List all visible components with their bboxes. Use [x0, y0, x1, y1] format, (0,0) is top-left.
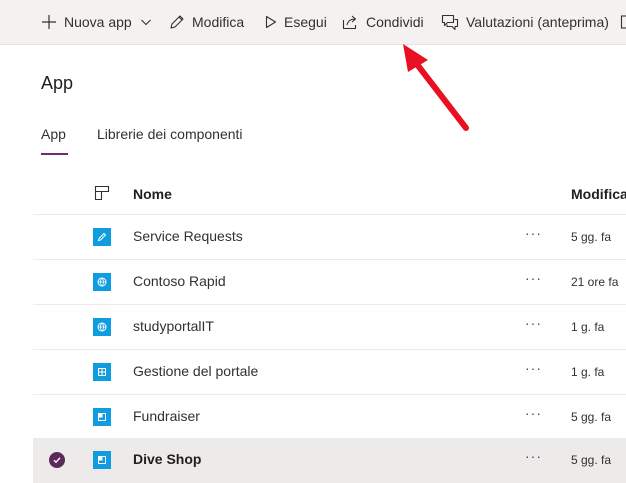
table-row-selected[interactable]: Dive Shop ··· 5 gg. fa: [33, 438, 626, 483]
modified-date: 5 gg. fa: [571, 410, 611, 424]
column-header-modified[interactable]: Modifica: [571, 186, 626, 202]
edit-label: Modifica: [192, 14, 244, 30]
pencil-icon: [169, 14, 185, 30]
table-row[interactable]: studyportalIT ··· 1 g. fa: [33, 305, 626, 350]
new-app-label: Nuova app: [64, 14, 132, 30]
app-name[interactable]: Service Requests: [133, 228, 243, 244]
chat-reviews-icon: [441, 14, 459, 30]
modified-date: 1 g. fa: [571, 365, 604, 379]
checkmark-icon[interactable]: [49, 452, 65, 468]
app-name[interactable]: Contoso Rapid: [133, 273, 226, 289]
new-app-button[interactable]: Nuova app: [41, 0, 152, 44]
canvas-app-icon: [93, 408, 111, 426]
table-row[interactable]: Gestione del portale ··· 1 g. fa: [33, 350, 626, 395]
page-title: App: [41, 73, 73, 94]
command-bar: Nuova app Modifica Esegui Condividi Valu…: [0, 0, 626, 45]
share-label: Condividi: [366, 14, 424, 30]
modified-date: 1 g. fa: [571, 320, 604, 334]
plus-icon: [41, 14, 57, 30]
tab-app[interactable]: App: [41, 126, 66, 142]
app-name[interactable]: Gestione del portale: [133, 363, 258, 379]
chevron-down-icon: [140, 16, 152, 28]
app-name[interactable]: studyportalIT: [133, 318, 214, 334]
reviews-label: Valutazioni (anteprima): [466, 14, 609, 30]
run-button[interactable]: Esegui: [265, 0, 327, 44]
modified-date: 21 ore fa: [571, 275, 618, 289]
more-options-icon[interactable]: ···: [525, 448, 542, 464]
more-options-icon[interactable]: ···: [525, 360, 542, 376]
canvas-app-icon: [93, 451, 111, 469]
more-commands-icon[interactable]: [620, 0, 626, 44]
app-name[interactable]: Fundraiser: [133, 408, 200, 424]
more-options-icon[interactable]: ···: [525, 315, 542, 331]
table-row[interactable]: Fundraiser ··· 5 gg. fa: [33, 395, 626, 440]
more-options-icon[interactable]: ···: [525, 270, 542, 286]
grid-app-icon: [93, 363, 111, 381]
edit-button[interactable]: Modifica: [169, 0, 244, 44]
column-header-name[interactable]: Nome: [133, 186, 172, 202]
play-icon: [265, 15, 277, 29]
pencil-icon: [93, 228, 111, 246]
more-options-icon[interactable]: ···: [525, 405, 542, 421]
globe-icon: [93, 318, 111, 336]
app-name[interactable]: Dive Shop: [133, 451, 201, 467]
more-options-icon[interactable]: ···: [525, 225, 542, 241]
reviews-button[interactable]: Valutazioni (anteprima): [441, 0, 609, 44]
table-row[interactable]: Contoso Rapid ··· 21 ore fa: [33, 260, 626, 305]
file-type-column-icon[interactable]: [94, 185, 110, 206]
modified-date: 5 gg. fa: [571, 453, 611, 467]
active-tab-indicator: [41, 153, 68, 155]
share-button[interactable]: Condividi: [342, 0, 424, 44]
share-icon: [342, 14, 359, 30]
table-row[interactable]: Service Requests ··· 5 gg. fa: [33, 215, 626, 260]
globe-icon: [93, 273, 111, 291]
run-label: Esegui: [284, 14, 327, 30]
modified-date: 5 gg. fa: [571, 230, 611, 244]
tab-component-libraries[interactable]: Librerie dei componenti: [97, 126, 243, 142]
